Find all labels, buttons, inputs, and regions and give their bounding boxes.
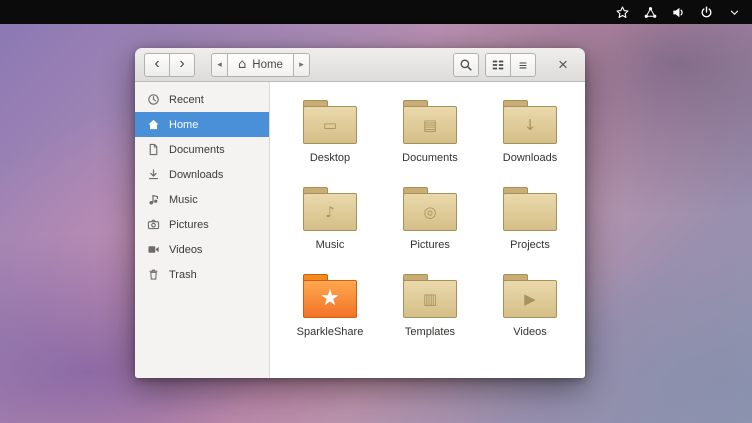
sidebar-item-documents[interactable]: Documents <box>135 137 269 162</box>
sidebar: Recent Home Documents Downloads <box>135 82 270 378</box>
network-hub-icon[interactable] <box>643 5 658 20</box>
video-emblem-icon: ▶ <box>524 292 536 307</box>
view-toggle-button[interactable] <box>485 53 511 77</box>
favorites-star-icon[interactable] <box>615 5 630 20</box>
view-menu-group: ≡ <box>485 53 536 77</box>
file-label: Music <box>316 239 345 251</box>
search-button[interactable] <box>453 53 479 77</box>
document-icon <box>146 143 160 157</box>
folder-icon: ♪ <box>303 193 357 231</box>
chevron-down-icon[interactable] <box>727 5 742 20</box>
file-label: Downloads <box>503 152 557 164</box>
file-item-sparkleshare[interactable]: ★ SparkleShare <box>280 272 380 359</box>
file-item-projects[interactable]: Projects <box>480 185 580 272</box>
window-body: Recent Home Documents Downloads <box>135 82 585 378</box>
sidebar-item-videos[interactable]: Videos <box>135 237 269 262</box>
file-item-desktop[interactable]: ▭ Desktop <box>280 98 380 185</box>
folder-icon: ◎ <box>403 193 457 231</box>
folder-icon: ▤ <box>403 106 457 144</box>
file-view: ▭ Desktop ▤ Documents ↓ Downloads ♪ Musi… <box>270 82 585 378</box>
sidebar-item-label: Music <box>169 194 198 206</box>
file-item-documents[interactable]: ▤ Documents <box>380 98 480 185</box>
volume-icon[interactable] <box>671 5 686 20</box>
folder-icon: ▥ <box>403 280 457 318</box>
file-label: SparkleShare <box>297 326 364 338</box>
music-emblem-icon: ♪ <box>325 205 335 220</box>
file-label: Videos <box>513 326 546 338</box>
home-icon: ⌂ <box>238 57 246 72</box>
close-button[interactable]: × <box>550 52 576 78</box>
sidebar-item-label: Recent <box>169 94 204 106</box>
file-label: Pictures <box>410 239 450 251</box>
file-item-music[interactable]: ♪ Music <box>280 185 380 272</box>
trash-icon <box>146 268 160 282</box>
file-label: Desktop <box>310 152 350 164</box>
video-icon <box>146 243 160 257</box>
list-view-icon <box>491 58 505 72</box>
path-scroll-right-button[interactable]: ▸ <box>293 53 310 77</box>
folder-icon: ↓ <box>503 106 557 144</box>
search-icon <box>459 58 473 72</box>
star-emblem-icon: ★ <box>320 288 340 310</box>
path-home-button[interactable]: ⌂ Home <box>227 53 294 77</box>
folder-icon: ▶ <box>503 280 557 318</box>
back-button[interactable]: ‹ <box>144 53 170 77</box>
header-bar: ‹ › ◂ ⌂ Home ▸ ≡ × <box>135 48 585 82</box>
hamburger-menu-button[interactable]: ≡ <box>510 53 536 77</box>
desktop-emblem-icon: ▭ <box>323 118 337 133</box>
download-icon <box>146 168 160 182</box>
sidebar-item-label: Trash <box>169 269 197 281</box>
sidebar-item-label: Documents <box>169 144 225 156</box>
file-label: Documents <box>402 152 458 164</box>
camera-emblem-icon: ◎ <box>423 205 436 220</box>
music-note-icon <box>146 193 160 207</box>
camera-icon <box>146 218 160 232</box>
sidebar-item-label: Videos <box>169 244 202 256</box>
sidebar-item-downloads[interactable]: Downloads <box>135 162 269 187</box>
folder-icon: ▭ <box>303 106 357 144</box>
clock-icon <box>146 93 160 107</box>
folder-icon-orange: ★ <box>303 280 357 318</box>
template-emblem-icon: ▥ <box>423 292 437 307</box>
top-bar <box>0 0 752 24</box>
file-label: Templates <box>405 326 455 338</box>
file-label: Projects <box>510 239 550 251</box>
files-window: ‹ › ◂ ⌂ Home ▸ ≡ × <box>135 48 585 378</box>
nav-buttons: ‹ › <box>144 53 195 77</box>
sidebar-item-label: Pictures <box>169 219 209 231</box>
sidebar-item-recent[interactable]: Recent <box>135 87 269 112</box>
sidebar-item-pictures[interactable]: Pictures <box>135 212 269 237</box>
file-item-pictures[interactable]: ◎ Pictures <box>380 185 480 272</box>
sidebar-item-label: Home <box>169 119 198 131</box>
download-emblem-icon: ↓ <box>524 118 537 133</box>
forward-button[interactable]: › <box>169 53 195 77</box>
path-bar: ◂ ⌂ Home ▸ <box>211 53 310 77</box>
document-emblem-icon: ▤ <box>423 118 437 133</box>
home-icon <box>146 118 160 132</box>
folder-icon <box>503 193 557 231</box>
path-home-label: Home <box>252 59 283 71</box>
path-scroll-left-button[interactable]: ◂ <box>211 53 228 77</box>
file-item-templates[interactable]: ▥ Templates <box>380 272 480 359</box>
sidebar-item-home[interactable]: Home <box>135 112 269 137</box>
file-item-videos[interactable]: ▶ Videos <box>480 272 580 359</box>
power-icon[interactable] <box>699 5 714 20</box>
file-item-downloads[interactable]: ↓ Downloads <box>480 98 580 185</box>
sidebar-item-label: Downloads <box>169 169 223 181</box>
file-grid: ▭ Desktop ▤ Documents ↓ Downloads ♪ Musi… <box>270 82 585 359</box>
sidebar-item-music[interactable]: Music <box>135 187 269 212</box>
sidebar-item-trash[interactable]: Trash <box>135 262 269 287</box>
